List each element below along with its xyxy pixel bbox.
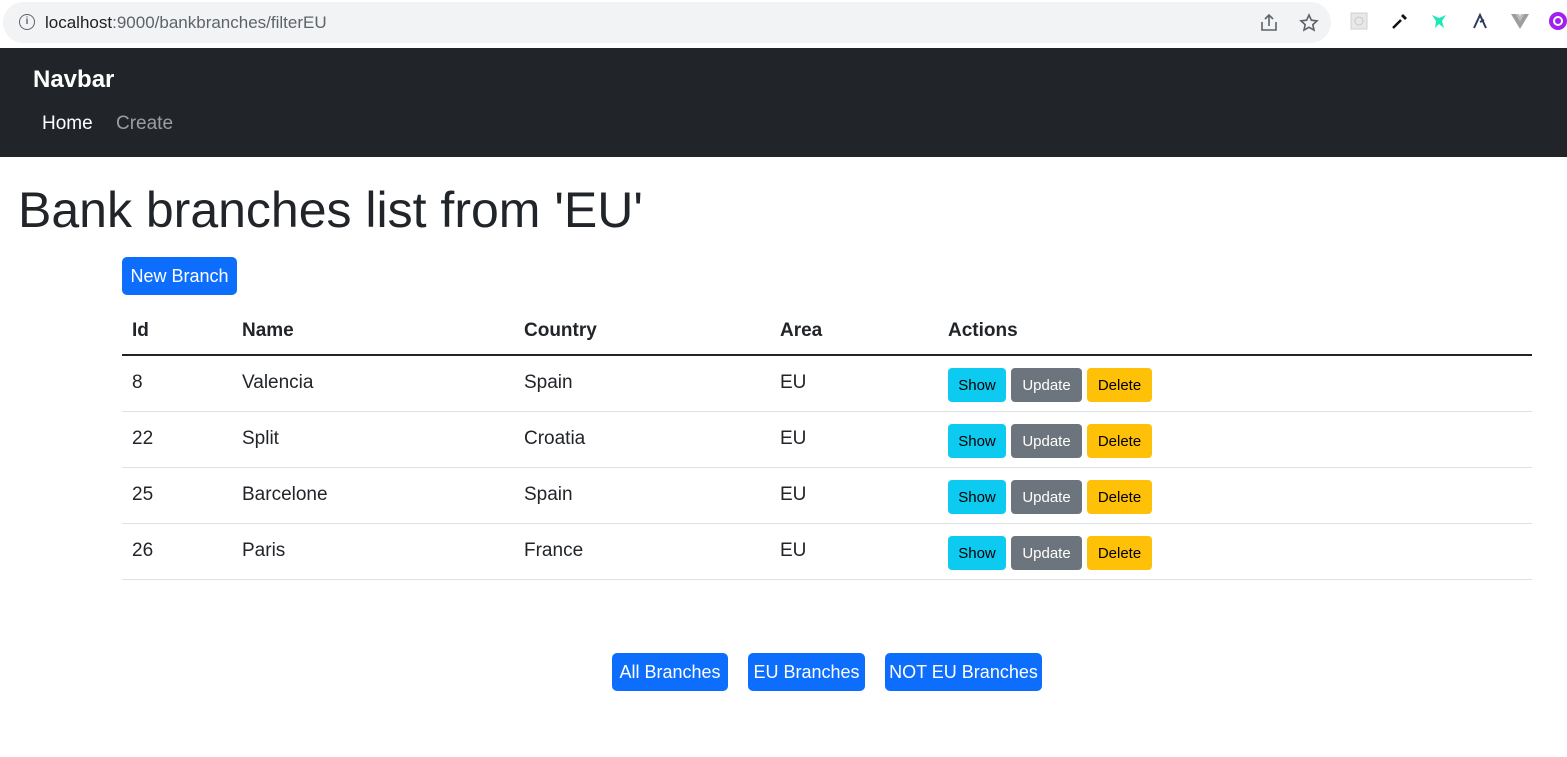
all-branches-button[interactable]: All Branches [612,653,728,691]
cell-country: Spain [524,372,573,393]
header-id: Id [132,320,149,341]
cell-id: 8 [132,372,143,393]
navbar: Navbar Home Create [0,48,1567,157]
cell-name: Barcelone [242,484,328,505]
table-row: 25 Barcelone Spain EU Show Update Delete [122,468,1532,524]
browser-toolbar: i localhost:9000/bankbranches/filterEU [0,0,1567,48]
cell-name: Split [242,428,279,449]
cell-country: Croatia [524,428,586,449]
eu-branches-button[interactable]: EU Branches [748,653,865,691]
eyedropper-icon[interactable] [1389,10,1411,32]
cell-country: France [524,540,584,561]
cell-area: EU [780,428,807,449]
row-actions: Show Update Delete [948,368,1208,402]
table-row: 8 Valencia Spain EU Show Update Delete [122,356,1532,412]
table-header: Id Name Country Area Actions [122,307,1532,356]
share-icon[interactable] [1258,12,1280,34]
header-country: Country [524,320,597,341]
show-button[interactable]: Show [948,480,1006,514]
branches-table: Id Name Country Area Actions 8 Valencia … [122,307,1532,580]
header-name: Name [242,320,294,341]
show-button[interactable]: Show [948,536,1006,570]
cell-area: EU [780,372,807,393]
not-eu-branches-button[interactable]: NOT EU Branches [885,653,1042,691]
cell-area: EU [780,540,807,561]
star-icon[interactable] [1298,12,1320,34]
update-button[interactable]: Update [1011,480,1082,514]
extension-purple-icon[interactable] [1547,10,1567,32]
cell-country: Spain [524,484,573,505]
new-branch-button[interactable]: New Branch [122,257,237,295]
navbar-brand[interactable]: Navbar [33,65,114,95]
url-text[interactable]: localhost:9000/bankbranches/filterEU [45,13,327,33]
info-icon[interactable]: i [19,14,35,30]
row-actions: Show Update Delete [948,424,1208,458]
delete-button[interactable]: Delete [1087,424,1152,458]
cell-id: 25 [132,484,154,505]
nav-link-create[interactable]: Create [116,112,173,136]
nav-link-home[interactable]: Home [42,112,93,136]
delete-button[interactable]: Delete [1087,536,1152,570]
show-button[interactable]: Show [948,368,1006,402]
cell-area: EU [780,484,807,505]
header-actions: Actions [948,320,1018,341]
cell-name: Valencia [242,372,314,393]
cell-name: Paris [242,540,286,561]
url-host: localhost [45,13,113,32]
header-area: Area [780,320,823,341]
address-bar[interactable]: i localhost:9000/bankbranches/filterEU [3,2,1331,43]
row-actions: Show Update Delete [948,480,1208,514]
row-actions: Show Update Delete [948,536,1208,570]
cell-id: 26 [132,540,154,561]
delete-button[interactable]: Delete [1087,480,1152,514]
table-row: 22 Split Croatia EU Show Update Delete [122,412,1532,468]
url-path: :9000/bankbranches/filterEU [112,13,327,32]
page-title: Bank branches list from 'EU' [18,182,643,238]
update-button[interactable]: Update [1011,368,1082,402]
vue-devtools-icon[interactable] [1509,10,1531,32]
cell-id: 22 [132,428,154,449]
table-row: 26 Paris France EU Show Update Delete [122,524,1532,580]
delete-button[interactable]: Delete [1087,368,1152,402]
update-button[interactable]: Update [1011,424,1082,458]
extension-branch-icon[interactable] [1469,10,1491,32]
update-button[interactable]: Update [1011,536,1082,570]
show-button[interactable]: Show [948,424,1006,458]
extension-grid-icon[interactable] [1348,10,1370,32]
extension-bird-icon[interactable] [1428,10,1450,32]
